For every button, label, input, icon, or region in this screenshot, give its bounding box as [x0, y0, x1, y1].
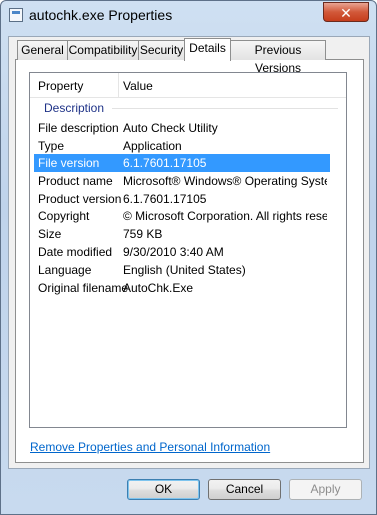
- tab-previous-versions[interactable]: Previous Versions: [230, 40, 326, 75]
- group-divider: [112, 108, 338, 109]
- tab-general[interactable]: General: [17, 40, 68, 60]
- property-value: Auto Check Utility: [123, 121, 218, 135]
- list-item[interactable]: Size 759 KB: [34, 225, 330, 243]
- cancel-button[interactable]: Cancel: [208, 479, 281, 500]
- window-title: autochk.exe Properties: [29, 7, 173, 23]
- property-name: Copyright: [38, 209, 90, 223]
- tab-compatibility[interactable]: Compatibility: [67, 40, 139, 60]
- close-button[interactable]: ✕: [323, 2, 369, 22]
- title-bar[interactable]: autochk.exe Properties ✕: [1, 1, 376, 31]
- property-value: AutoChk.Exe: [123, 281, 194, 295]
- property-value: © Microsoft Corporation. All rights rese…: [123, 209, 327, 223]
- property-name: File version: [38, 156, 100, 170]
- list-item[interactable]: Original filename AutoChk.Exe: [34, 279, 330, 297]
- list-item[interactable]: Type Application: [34, 137, 330, 155]
- apply-button[interactable]: Apply: [289, 479, 362, 500]
- ok-button[interactable]: OK: [127, 479, 200, 500]
- property-value: Application: [123, 139, 182, 153]
- properties-window: autochk.exe Properties ✕ General Compati…: [0, 0, 377, 515]
- remove-properties-link[interactable]: Remove Properties and Personal Informati…: [30, 440, 270, 454]
- property-value: Microsoft® Windows® Operating System: [123, 174, 327, 188]
- property-value: 6.1.7601.17105: [123, 192, 207, 206]
- property-value: 759 KB: [123, 227, 163, 241]
- list-item[interactable]: Copyright © Microsoft Corporation. All r…: [34, 207, 330, 225]
- property-name: Product version: [38, 192, 122, 206]
- group-header-description: Description: [44, 101, 105, 115]
- details-list[interactable]: Property Value Description File descript…: [29, 72, 347, 428]
- property-value: English (United States): [123, 263, 246, 277]
- tab-security[interactable]: Security: [138, 40, 185, 60]
- property-name: Size: [38, 227, 62, 241]
- property-name: Original filename: [38, 281, 129, 295]
- property-value: 9/30/2010 3:40 AM: [123, 245, 224, 259]
- list-item[interactable]: Language English (United States): [34, 261, 330, 279]
- property-name: Type: [38, 139, 65, 153]
- list-item[interactable]: Product version 6.1.7601.17105: [34, 190, 330, 208]
- property-name: Product name: [38, 174, 113, 188]
- column-divider[interactable]: [118, 73, 119, 97]
- column-header-property[interactable]: Property: [38, 79, 83, 93]
- property-name: File description: [38, 121, 119, 135]
- file-icon: [9, 8, 23, 22]
- column-header-row: Property Value: [30, 73, 346, 98]
- tab-details[interactable]: Details: [184, 38, 231, 61]
- list-item[interactable]: Product name Microsoft® Windows® Operati…: [34, 172, 330, 190]
- property-name: Date modified: [38, 245, 113, 259]
- column-header-value[interactable]: Value: [123, 79, 153, 93]
- list-item-selected[interactable]: File version 6.1.7601.17105: [34, 154, 330, 172]
- list-item[interactable]: Date modified 9/30/2010 3:40 AM: [34, 243, 330, 261]
- property-name: Language: [38, 263, 92, 277]
- list-item[interactable]: File description Auto Check Utility: [34, 119, 330, 137]
- property-value: 6.1.7601.17105: [123, 156, 207, 170]
